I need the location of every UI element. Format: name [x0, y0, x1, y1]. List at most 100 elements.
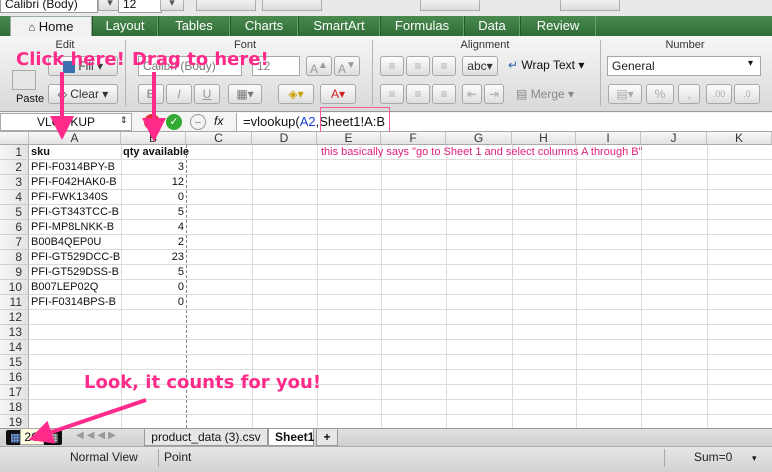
- formula-input[interactable]: =vlookup(A2,Sheet1!A:B: [236, 113, 772, 131]
- tab-tables[interactable]: Tables: [158, 16, 230, 36]
- column-header-c[interactable]: C: [186, 132, 252, 145]
- row-header[interactable]: 17: [0, 385, 29, 400]
- row-header[interactable]: 5: [0, 205, 29, 220]
- font-name-select[interactable]: Calibri (Body): [0, 0, 98, 13]
- chevron-down-icon[interactable]: ▾: [748, 58, 753, 69]
- column-header-h[interactable]: H: [512, 132, 576, 145]
- fill-color-icon[interactable]: ◈▾: [278, 84, 314, 104]
- cell-sku[interactable]: PFI-GT529DSS-B: [31, 265, 121, 280]
- indent-increase-icon[interactable]: ⇥: [484, 84, 504, 104]
- cell-sku[interactable]: B007LEP02Q: [31, 280, 121, 295]
- row-header[interactable]: 2: [0, 160, 29, 175]
- sheet-tab-sheet1[interactable]: Sheet1: [268, 429, 314, 446]
- column-header-g[interactable]: G: [446, 132, 512, 145]
- align-middle-icon[interactable]: ≡: [406, 56, 430, 76]
- column-header-k[interactable]: K: [707, 132, 772, 145]
- italic-button[interactable]: I: [166, 84, 192, 104]
- tab-review[interactable]: Review: [520, 16, 596, 36]
- chevron-down-icon[interactable]: ▾: [752, 453, 757, 464]
- cell-sku[interactable]: PFI-FWK1340S: [31, 190, 121, 205]
- align-bottom-icon[interactable]: ≡: [432, 56, 456, 76]
- fx-label[interactable]: fx: [214, 114, 223, 128]
- underline-button[interactable]: U: [194, 84, 220, 104]
- paste-icon[interactable]: [12, 70, 36, 90]
- font-color-icon[interactable]: A▾: [320, 84, 356, 104]
- tab-smartart[interactable]: SmartArt: [298, 16, 380, 36]
- cell-sku[interactable]: B00B4QEP0U: [31, 235, 121, 250]
- row-header[interactable]: 6: [0, 220, 29, 235]
- cell-sku[interactable]: PFI-F042HAK0-B: [31, 175, 121, 190]
- row-header[interactable]: 18: [0, 400, 29, 415]
- column-header-e[interactable]: E: [317, 132, 381, 145]
- tab-charts[interactable]: Charts: [230, 16, 298, 36]
- cell-qty[interactable]: 4: [121, 220, 184, 235]
- name-box-stepper-icon[interactable]: ⇕: [120, 115, 128, 126]
- cell-qty[interactable]: 2: [121, 235, 184, 250]
- row-header[interactable]: 8: [0, 250, 29, 265]
- cell-qty[interactable]: 5: [121, 205, 184, 220]
- column-header-d[interactable]: D: [252, 132, 317, 145]
- cell-qty[interactable]: 0: [121, 190, 184, 205]
- clear-button[interactable]: ◇ Clear ▾: [48, 84, 118, 104]
- decrease-font-icon[interactable]: A▼: [334, 56, 360, 76]
- currency-icon[interactable]: ▤▾: [608, 84, 642, 104]
- wrap-text-button[interactable]: ↵ Wrap Text ▾: [508, 58, 584, 72]
- column-header-b[interactable]: B: [121, 132, 186, 145]
- increase-decimal-icon[interactable]: .00: [706, 84, 732, 104]
- column-header-i[interactable]: I: [576, 132, 641, 145]
- decrease-decimal-icon[interactable]: .0: [734, 84, 760, 104]
- select-all-corner[interactable]: [0, 132, 29, 145]
- tab-formulas[interactable]: Formulas: [380, 16, 464, 36]
- name-box[interactable]: VLOOKUP: [0, 113, 132, 131]
- tab-data[interactable]: Data: [464, 16, 520, 36]
- indent-decrease-icon[interactable]: ⇤: [462, 84, 482, 104]
- font-size-dropdown-icon[interactable]: ▾: [160, 0, 184, 11]
- percent-button[interactable]: %: [646, 84, 674, 104]
- toolbar-button[interactable]: [262, 0, 322, 11]
- sheet-tab-product-data[interactable]: product_data (3).csv: [144, 429, 268, 446]
- tab-layout[interactable]: Layout: [92, 16, 158, 36]
- cell-sku[interactable]: PFI-F0314BPY-B: [31, 160, 121, 175]
- cell-qty[interactable]: 23: [121, 250, 184, 265]
- font-size-select[interactable]: 12: [118, 0, 162, 13]
- align-top-icon[interactable]: ≡: [380, 56, 404, 76]
- row-header[interactable]: 15: [0, 355, 29, 370]
- add-sheet-icon[interactable]: +: [316, 429, 338, 446]
- cell-sku[interactable]: PFI-GT529DCC-B: [31, 250, 121, 265]
- bold-button[interactable]: B: [138, 84, 164, 104]
- cell-qty[interactable]: 12: [121, 175, 184, 190]
- merge-button[interactable]: ▤ Merge ▾: [516, 87, 574, 101]
- cell-qty[interactable]: 0: [121, 295, 184, 310]
- row-header[interactable]: 11: [0, 295, 29, 310]
- cell-sku[interactable]: PFI-F0314BPS-B: [31, 295, 121, 310]
- column-header-f[interactable]: F: [381, 132, 446, 145]
- row-header[interactable]: 4: [0, 190, 29, 205]
- row-header[interactable]: 9: [0, 265, 29, 280]
- row-header[interactable]: 19: [0, 415, 29, 428]
- row-header[interactable]: 1: [0, 145, 29, 160]
- cell-qty[interactable]: 3: [121, 160, 184, 175]
- align-left-icon[interactable]: ≡: [380, 84, 404, 104]
- cell-header-qty[interactable]: qty available: [123, 145, 189, 160]
- cell-qty[interactable]: 5: [121, 265, 184, 280]
- borders-icon[interactable]: ▦▾: [228, 84, 262, 104]
- cell-sku[interactable]: PFI-GT343TCC-B: [31, 205, 121, 220]
- align-center-icon[interactable]: ≡: [406, 84, 430, 104]
- function-wizard-icon[interactable]: −: [190, 114, 206, 130]
- tab-home[interactable]: ⌂ Home: [10, 16, 92, 36]
- row-header[interactable]: 13: [0, 325, 29, 340]
- cancel-icon[interactable]: ×: [144, 114, 160, 130]
- comma-style-icon[interactable]: ,: [678, 84, 700, 104]
- cell-note-e1[interactable]: this basically says "go to Sheet 1 and s…: [321, 146, 643, 158]
- row-header[interactable]: 12: [0, 310, 29, 325]
- row-header[interactable]: 16: [0, 370, 29, 385]
- text-orientation-button[interactable]: abc▾: [462, 56, 498, 76]
- increase-font-icon[interactable]: A▲: [306, 56, 332, 76]
- row-header[interactable]: 7: [0, 235, 29, 250]
- row-header[interactable]: 3: [0, 175, 29, 190]
- paste-button-label[interactable]: Paste: [16, 93, 44, 105]
- cell-qty[interactable]: 0: [121, 280, 184, 295]
- column-header-a[interactable]: A: [29, 132, 121, 145]
- enter-icon[interactable]: ✓: [166, 114, 182, 130]
- sheet-nav-icon[interactable]: ◀◀◀▶: [76, 430, 119, 441]
